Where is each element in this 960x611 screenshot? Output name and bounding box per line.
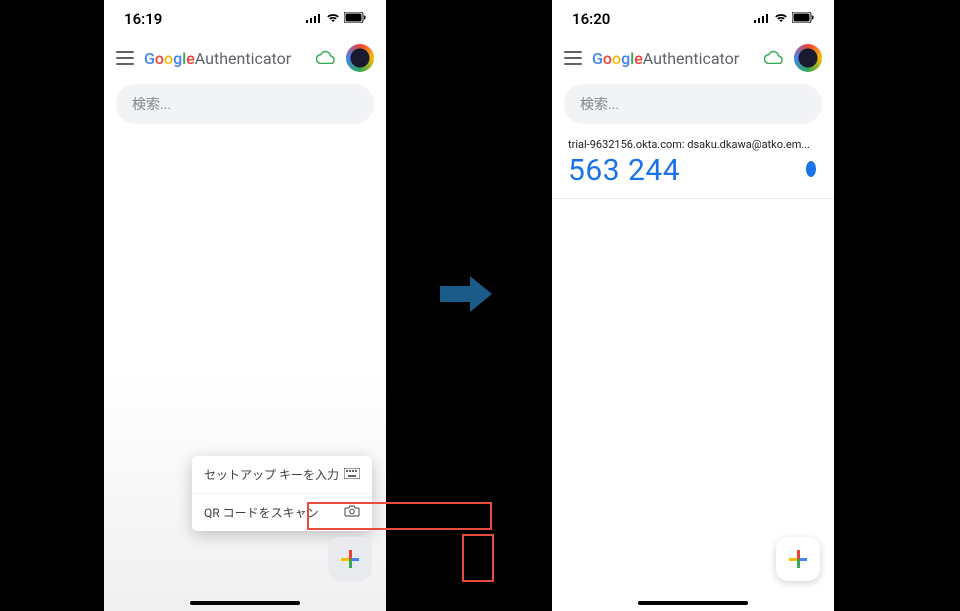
plus-icon: [789, 550, 807, 568]
status-bar: 16:20: [552, 0, 834, 38]
account-label: trial-9632156.okta.com: dsaku.dkawa@atko…: [568, 138, 818, 151]
fab-menu-scan-qr[interactable]: QR コードをスキャン: [192, 493, 372, 531]
fab-menu: セットアップ キーを入力 QR コードをスキャン: [192, 456, 372, 531]
signal-icon: [754, 12, 770, 26]
app-header: Google Authenticator: [104, 38, 386, 78]
search-input[interactable]: 検索...: [116, 84, 374, 124]
hamburger-icon[interactable]: [116, 51, 134, 65]
cloud-sync-icon[interactable]: [764, 49, 784, 68]
annotation-highlight-fab: [462, 534, 494, 582]
cloud-sync-icon[interactable]: [316, 49, 336, 68]
home-indicator[interactable]: [638, 601, 748, 605]
account-entry[interactable]: trial-9632156.okta.com: dsaku.dkawa@atko…: [552, 134, 834, 199]
menu-label: セットアップ キーを入力: [204, 466, 339, 483]
hamburger-icon[interactable]: [564, 51, 582, 65]
avatar[interactable]: [346, 44, 374, 72]
fab-menu-enter-key[interactable]: セットアップ キーを入力: [192, 456, 372, 493]
phone-right: 16:20 Google Authenticator 検索...: [552, 0, 834, 611]
status-time: 16:20: [572, 10, 610, 28]
battery-icon: [792, 12, 814, 26]
app-header: Google Authenticator: [552, 38, 834, 78]
wifi-icon: [326, 12, 340, 26]
fab-add-button[interactable]: [328, 537, 372, 581]
signal-icon: [306, 12, 322, 26]
status-icons: [754, 12, 814, 26]
search-input[interactable]: 検索...: [564, 84, 822, 124]
avatar[interactable]: [794, 44, 822, 72]
home-indicator[interactable]: [190, 601, 300, 605]
menu-label: QR コードをスキャン: [204, 504, 319, 521]
camera-icon: [344, 505, 360, 521]
plus-icon: [341, 550, 359, 568]
app-title: Google Authenticator: [592, 49, 739, 68]
annotation-arrow-icon: [440, 276, 496, 312]
battery-icon: [344, 12, 366, 26]
phone-left: 16:19 Google Authenticator 検索...: [104, 0, 386, 611]
wifi-icon: [774, 12, 788, 26]
status-bar: 16:19: [104, 0, 386, 38]
status-time: 16:19: [124, 10, 162, 28]
app-title: Google Authenticator: [144, 49, 291, 68]
keyboard-icon: [344, 467, 360, 483]
search-placeholder: 検索...: [580, 94, 619, 114]
totp-code: 563 244: [568, 153, 680, 188]
status-icons: [306, 12, 366, 26]
timer-icon: [804, 160, 818, 182]
search-placeholder: 検索...: [132, 94, 171, 114]
fab-add-button[interactable]: [776, 537, 820, 581]
